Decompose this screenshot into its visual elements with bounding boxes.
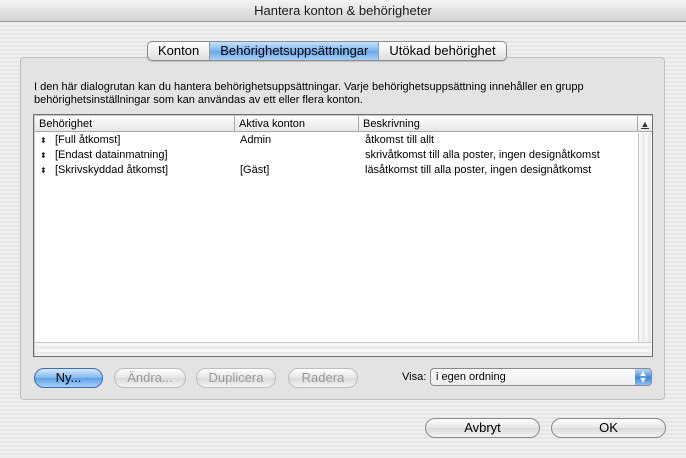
vertical-scrollbar[interactable] — [638, 133, 652, 342]
cell-description: åtkomst till allt — [365, 134, 435, 146]
tab-permission-sets[interactable]: Behörighetsuppsättningar — [210, 42, 380, 60]
edit-button[interactable]: Ändra... — [114, 368, 186, 388]
tab-accounts[interactable]: Konton — [148, 42, 211, 60]
show-label: Visa: — [402, 371, 427, 383]
cell-permission: [Endast datainmatning] — [55, 149, 168, 161]
cell-accounts: Admin — [240, 134, 272, 146]
table-header: Behörighet Aktiva konton Beskrivning ▲ — [35, 116, 652, 132]
cancel-button[interactable]: Avbryt — [425, 418, 540, 438]
delete-button[interactable]: Radera — [288, 368, 358, 388]
window-title: Hantera konton & behörigheter — [0, 0, 686, 22]
cell-accounts: [Gäst] — [240, 164, 270, 176]
cell-description: skrivåtkomst till alla poster, ingen des… — [365, 149, 600, 161]
table-row[interactable]: ⬍ [Endast datainmatning] skrivåtkomst ti… — [35, 148, 637, 163]
cell-permission: [Skrivskyddad åtkomst] — [55, 164, 169, 176]
up-down-arrows-icon: ▲ ▼ — [635, 369, 651, 385]
column-header-accounts[interactable]: Aktiva konton — [235, 116, 359, 132]
ok-button[interactable]: OK — [551, 418, 666, 438]
horizontal-scrollbar[interactable] — [35, 342, 652, 356]
column-header-permission[interactable]: Behörighet — [35, 116, 235, 132]
permission-sets-table: Behörighet Aktiva konton Beskrivning ▲ ⬍… — [33, 114, 653, 357]
tab-bar: Konton Behörighetsuppsättningar Utökad b… — [147, 41, 507, 61]
dialog-description: I den här dialogrutan kan du hantera beh… — [34, 81, 584, 106]
drag-handle-icon[interactable]: ⬍ — [40, 163, 48, 178]
drag-handle-icon[interactable]: ⬍ — [40, 148, 48, 163]
sort-icon[interactable]: ▲ — [638, 116, 652, 132]
tab-extended-privileges[interactable]: Utökad behörighet — [379, 42, 505, 60]
table-body: ⬍ [Full åtkomst] Admin åtkomst till allt… — [35, 133, 637, 178]
table-row[interactable]: ⬍ [Full åtkomst] Admin åtkomst till allt — [35, 133, 637, 148]
column-header-description[interactable]: Beskrivning — [359, 116, 638, 132]
cell-permission: [Full åtkomst] — [55, 134, 121, 146]
new-button[interactable]: Ny... — [34, 368, 103, 388]
drag-handle-icon[interactable]: ⬍ — [40, 133, 48, 148]
show-order-value: i egen ordning — [436, 371, 506, 383]
show-order-select[interactable]: i egen ordning ▲ ▼ — [430, 368, 652, 386]
cell-description: läsåtkomst till alla poster, ingen desig… — [365, 164, 592, 176]
duplicate-button[interactable]: Duplicera — [196, 368, 276, 388]
table-row[interactable]: ⬍ [Skrivskyddad åtkomst] [Gäst] läsåtkom… — [35, 163, 637, 178]
